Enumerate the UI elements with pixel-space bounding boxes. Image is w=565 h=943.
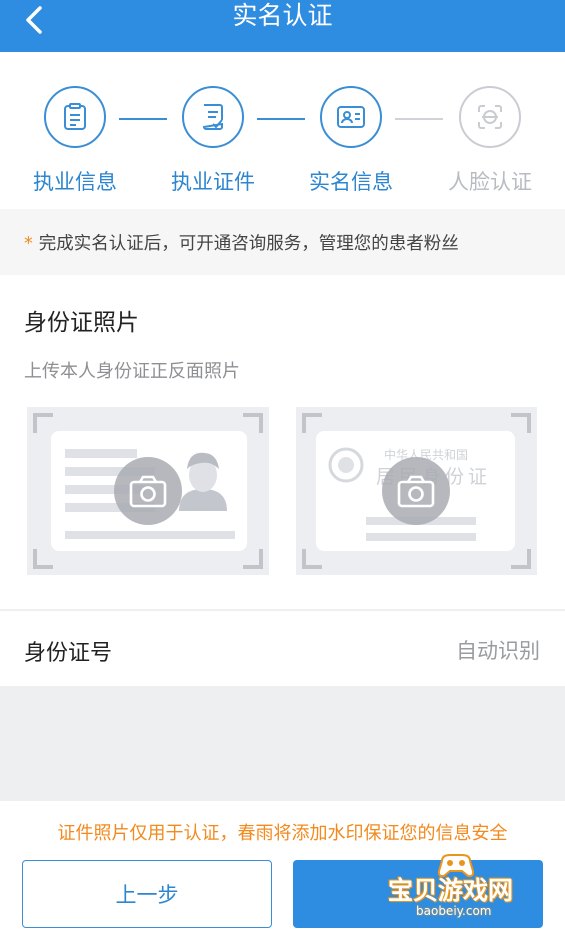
step-label: 执业证件 [171,170,255,194]
id-number-row[interactable]: 身份证号 自动识别 [0,610,565,686]
top-bar: 实名认证 [0,0,565,52]
site-watermark: 宝贝游戏网 baobeiy.com [388,854,538,923]
section-title: 身份证照片 [24,310,139,336]
step-icon-circle [320,86,382,148]
document-check-icon [202,104,223,130]
required-star: * [24,234,33,254]
id-front-placeholder [33,413,263,569]
id-front-upload[interactable] [27,407,269,575]
id-card-icon [337,106,365,128]
step-icon-circle [182,86,244,148]
watermark-title: 宝贝游戏网 [388,876,514,905]
step-label: 执业信息 [33,170,117,194]
step-label: 人脸认证 [448,170,532,194]
step-practice-info: 执业信息 [5,86,145,196]
step-label: 实名信息 [309,170,393,194]
clipboard-list-icon [64,103,86,130]
step-practice-docs: 执业证件 [143,86,283,196]
progress-steps: 执业信息 执业证件 实名信息 人脸认证 [0,52,565,209]
step-icon-circle [44,86,106,148]
step-icon-circle [459,86,521,148]
id-back-placeholder: 中华人民共和国 居民身份证 [302,413,531,569]
step-identity-info: 实名信息 [281,86,421,196]
id-number-label: 身份证号 [24,641,113,666]
notice-message: 完成实名认证后，可开通咨询服务，管理您的患者粉丝 [38,234,459,254]
notice-text: * 完成实名认证后，可开通咨询服务，管理您的患者粉丝 [24,230,459,255]
step-face-verify: 人脸认证 [420,86,560,196]
section-subtitle: 上传本人身份证正反面照片 [24,361,240,382]
page-title: 实名认证 [232,1,333,30]
empty-area [0,686,565,801]
notice-banner: * 完成实名认证后，可开通咨询服务，管理您的患者粉丝 [0,209,565,275]
id-back-upload[interactable]: 中华人民共和国 居民身份证 [296,407,537,575]
previous-step-button[interactable]: 上一步 [22,860,272,928]
id-photo-section: 身份证照片 上传本人身份证正反面照片 中华人民共和国 [0,275,565,609]
privacy-note: 证件照片仅用于认证，春雨将添加水印保证您的信息安全 [57,823,508,844]
face-scan-icon [478,105,502,129]
id-number-value: 自动识别 [456,639,540,663]
watermark-url: baobeiy.com [416,904,492,918]
